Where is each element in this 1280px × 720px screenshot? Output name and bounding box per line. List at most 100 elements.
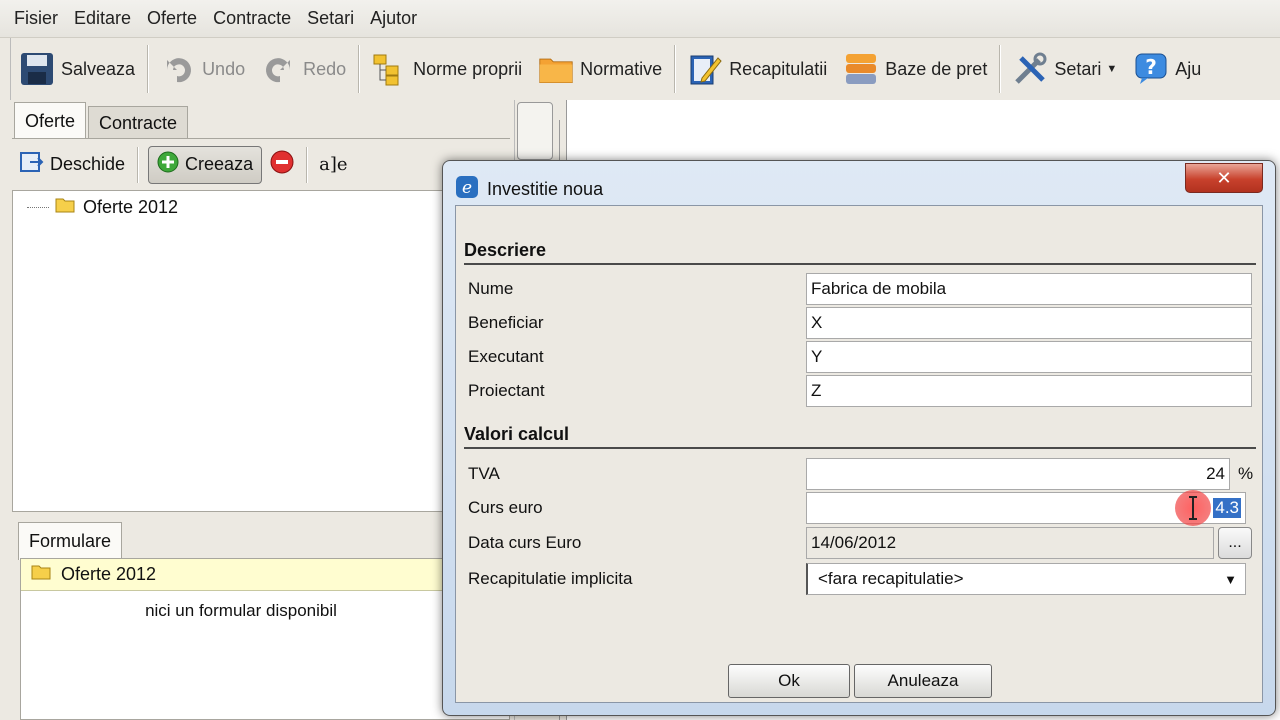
ajutor-label: Aju [1175, 58, 1202, 79]
setari-button[interactable]: Setari ▼ [1004, 45, 1125, 93]
field-row-nume: Nume Fabrica de mobila [468, 272, 1254, 306]
data-curs-label: Data curs Euro [468, 533, 582, 552]
separator [358, 45, 360, 93]
creeaza-button[interactable]: Creeaza [148, 145, 263, 184]
close-button[interactable]: ✕ [1185, 163, 1263, 193]
menu-setari[interactable]: Setari [299, 8, 362, 29]
norme-proprii-button[interactable]: Norme proprii [363, 45, 530, 93]
floppy-icon [19, 51, 55, 87]
tree-item[interactable]: Oferte 2012 [27, 197, 178, 218]
baze-label: Baze de pret [885, 58, 988, 79]
forms-list-item[interactable]: Oferte 2012 [21, 559, 509, 591]
app-logo-icon: e [455, 175, 479, 204]
ajutor-button[interactable]: ? Aju [1125, 45, 1209, 93]
separator [137, 146, 139, 183]
database-icon [843, 51, 879, 87]
section-valori-calcul: Valori calcul [464, 424, 1256, 449]
section-descriere: Descriere [464, 240, 1256, 265]
remove-circle-icon [270, 150, 294, 179]
tva-unit: % [1238, 464, 1254, 483]
field-row-recapitulatie: Recapitulatie implicita <fara recapitula… [468, 562, 1254, 596]
nume-input[interactable]: Fabrica de mobila [806, 273, 1252, 305]
proiectant-label: Proiectant [468, 381, 545, 400]
ok-button[interactable]: Ok [728, 664, 850, 698]
folder-icon [538, 51, 574, 87]
field-row-executant: Executant Y [468, 340, 1254, 374]
menu-fisier[interactable]: Fisier [6, 8, 66, 29]
menu-ajutor[interactable]: Ajutor [362, 8, 425, 29]
beneficiar-input[interactable]: X [806, 307, 1252, 339]
field-row-data-curs: Data curs Euro 14/06/2012 ... [468, 526, 1254, 560]
normative-button[interactable]: Normative [530, 45, 670, 93]
curs-value: 4.3 [1213, 498, 1241, 518]
redo-icon [261, 51, 297, 87]
redo-label: Redo [303, 58, 347, 79]
separator [306, 146, 308, 183]
curs-label: Curs euro [468, 498, 543, 517]
menu-editare[interactable]: Editare [66, 8, 139, 29]
open-icon [20, 151, 44, 178]
forms-row-label: Oferte 2012 [61, 564, 157, 584]
separator [674, 45, 676, 93]
forms-panel: Oferte 2012 nici un formular disponibil [20, 558, 510, 720]
recapitulatie-select[interactable]: <fara recapitulatie> ▼ [806, 563, 1246, 595]
undo-button[interactable]: Undo [152, 45, 253, 93]
separator [999, 45, 1001, 93]
date-picker-button[interactable]: ... [1218, 527, 1252, 559]
deschide-label: Deschide [50, 154, 126, 174]
splitter-handle[interactable] [517, 102, 553, 160]
forms-tabs: Formulare [18, 522, 124, 560]
folder-icon [31, 564, 51, 585]
tree-item-label: Oferte 2012 [83, 197, 179, 217]
chevron-down-icon: ▼ [1224, 571, 1237, 587]
recapitulatie-label: Recapitulatie implicita [468, 569, 633, 588]
menu-contracte[interactable]: Contracte [205, 8, 299, 29]
text-cursor-icon [1175, 490, 1212, 526]
save-button[interactable]: Salveaza [11, 45, 143, 93]
left-toolbar: Deschide Creeaza a]e [12, 138, 510, 190]
proiectant-input[interactable]: Z [806, 375, 1252, 407]
executant-input[interactable]: Y [806, 341, 1252, 373]
main-toolbar: Salveaza Undo Redo Norme proprii Normati… [10, 38, 1280, 100]
tab-contracte[interactable]: Contracte [88, 106, 189, 140]
left-tabs: Oferte Contracte [14, 102, 190, 140]
deschide-button[interactable]: Deschide [12, 146, 133, 184]
menu-oferte[interactable]: Oferte [139, 8, 205, 29]
close-icon: ✕ [1216, 167, 1232, 188]
field-row-beneficiar: Beneficiar X [468, 306, 1254, 340]
edit-document-icon [687, 51, 723, 87]
recapitulatii-button[interactable]: Recapitulatii [679, 45, 835, 93]
dialog-body: Descriere Nume Fabrica de mobila Benefic… [455, 205, 1263, 703]
normative-label: Normative [580, 58, 663, 79]
tva-input[interactable]: 24 [806, 458, 1230, 490]
svg-text:?: ? [1145, 55, 1157, 79]
baze-de-pret-button[interactable]: Baze de pret [835, 45, 995, 93]
svg-text:e: e [462, 178, 472, 198]
nume-label: Nume [468, 279, 514, 298]
recapitulatii-label: Recapitulatii [729, 58, 828, 79]
delete-button[interactable] [262, 146, 302, 184]
tree-connector [27, 207, 49, 208]
tab-formulare[interactable]: Formulare [18, 522, 123, 560]
chevron-down-icon: ▼ [1106, 63, 1118, 75]
tree-folders-icon [371, 51, 407, 87]
setari-label: Setari [1054, 58, 1102, 79]
separator [147, 45, 149, 93]
undo-icon [160, 51, 196, 87]
beneficiar-label: Beneficiar [468, 313, 544, 332]
curs-input[interactable]: 4.3 [806, 490, 1246, 526]
save-label: Salveaza [61, 58, 136, 79]
rename-button[interactable]: a]e [311, 146, 355, 184]
menu-bar: Fisier Editare Oferte Contracte Setari A… [0, 0, 1280, 38]
tab-oferte[interactable]: Oferte [14, 102, 87, 140]
field-row-curs-euro: Curs euro 4.3 [468, 490, 1254, 526]
new-investment-dialog: e Investitie noua ✕ Descriere Nume Fabri… [442, 160, 1276, 716]
data-curs-input[interactable]: 14/06/2012 [806, 527, 1214, 559]
oferte-tree[interactable]: Oferte 2012 [12, 190, 510, 512]
left-panel: Oferte Contracte Deschide Creeaza a]e Of… [10, 100, 510, 720]
tva-label: TVA [468, 464, 500, 483]
redo-button[interactable]: Redo [253, 45, 354, 93]
cancel-button[interactable]: Anuleaza [854, 664, 992, 698]
help-icon: ? [1133, 51, 1169, 87]
empty-message: nici un formular disponibil [145, 601, 337, 620]
